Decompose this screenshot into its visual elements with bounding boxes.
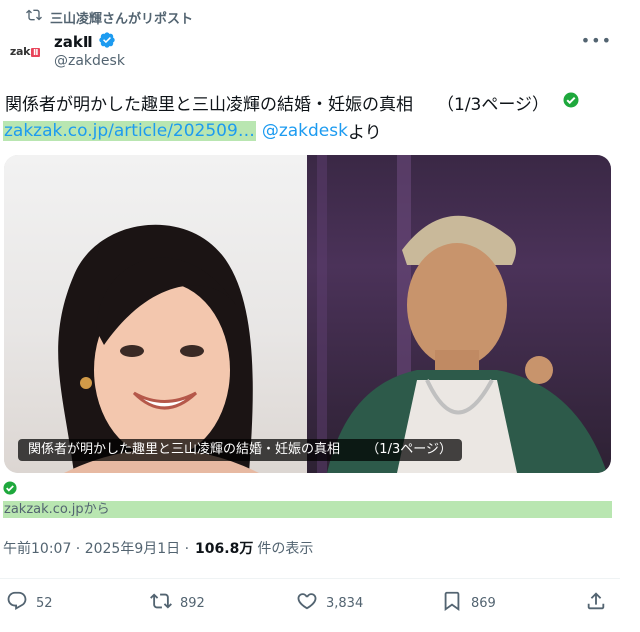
- like-button[interactable]: 3,834: [296, 590, 363, 616]
- card-caption-page: （1/3ページ）: [366, 442, 452, 457]
- avatar-text: zak: [9, 44, 31, 58]
- share-button[interactable]: [585, 590, 607, 616]
- mention-link[interactable]: @zakdesk: [262, 121, 348, 141]
- card-photo-left: [4, 155, 307, 473]
- tweet-title-text: 関係者が明かした趣里と三山凌輝の結婚・妊娠の真相: [5, 95, 413, 115]
- repost-icon: [26, 7, 42, 27]
- card-caption-title: 関係者が明かした趣里と三山凌輝の結婚・妊娠の真相: [28, 442, 341, 457]
- heart-icon: [296, 590, 318, 616]
- bookmark-button[interactable]: 869: [441, 590, 496, 616]
- author-handle[interactable]: @zakdesk: [54, 53, 125, 69]
- reply-icon: [6, 590, 28, 616]
- repost-action-icon: [150, 590, 172, 616]
- like-count: 3,834: [326, 595, 364, 611]
- repost-button[interactable]: 892: [150, 590, 205, 616]
- tweet-meta: 午前10:07 · 2025年9月1日 · 106.8万 件の表示: [3, 538, 313, 558]
- author-display-name[interactable]: zakⅡ: [54, 33, 93, 51]
- card-source[interactable]: zakzak.co.jpから: [3, 501, 612, 518]
- avatar-logo: zak Ⅱ: [9, 44, 41, 58]
- view-count-suffix: 件の表示: [257, 541, 314, 557]
- bookmark-count: 869: [471, 595, 496, 611]
- verified-badge-icon: [98, 31, 116, 53]
- share-icon: [585, 590, 607, 616]
- reply-count: 52: [36, 595, 53, 611]
- author-name-row[interactable]: zakⅡ: [54, 31, 116, 53]
- tweet-title: 関係者が明かした趣里と三山凌輝の結婚・妊娠の真相 （1/3ページ）: [5, 90, 579, 115]
- repost-count: 892: [180, 595, 205, 611]
- action-bar: 52 892 3,834 869: [0, 590, 620, 616]
- reply-button[interactable]: 52: [6, 590, 53, 616]
- repost-label[interactable]: 三山凌輝さんがリポスト: [50, 8, 193, 27]
- link-card[interactable]: 関係者が明かした趣里と三山凌輝の結婚・妊娠の真相 （1/3ページ）: [4, 155, 611, 473]
- more-options-icon[interactable]: •••: [581, 31, 612, 50]
- tweet-timestamp[interactable]: 午前10:07 · 2025年9月1日 ·: [3, 538, 189, 558]
- tweet-link-line: zakzak.co.jp/article/202509… @zakdesk より: [3, 118, 382, 143]
- source-check-icon: [3, 480, 17, 499]
- article-link[interactable]: zakzak.co.jp/article/202509…: [3, 120, 256, 141]
- avatar[interactable]: zak Ⅱ: [8, 38, 42, 64]
- avatar-badge: Ⅱ: [31, 47, 41, 57]
- card-caption: 関係者が明かした趣里と三山凌輝の結婚・妊娠の真相 （1/3ページ）: [18, 439, 462, 461]
- view-count: 106.8万: [195, 541, 254, 557]
- card-photo-right: [307, 155, 611, 473]
- mention-suffix: より: [347, 123, 382, 143]
- tweet-title-page: （1/3ページ）: [437, 95, 550, 115]
- bookmark-icon: [441, 590, 463, 616]
- divider: [0, 578, 620, 579]
- check-mark-icon: [563, 92, 579, 113]
- repost-header: 三山凌輝さんがリポスト: [26, 7, 193, 27]
